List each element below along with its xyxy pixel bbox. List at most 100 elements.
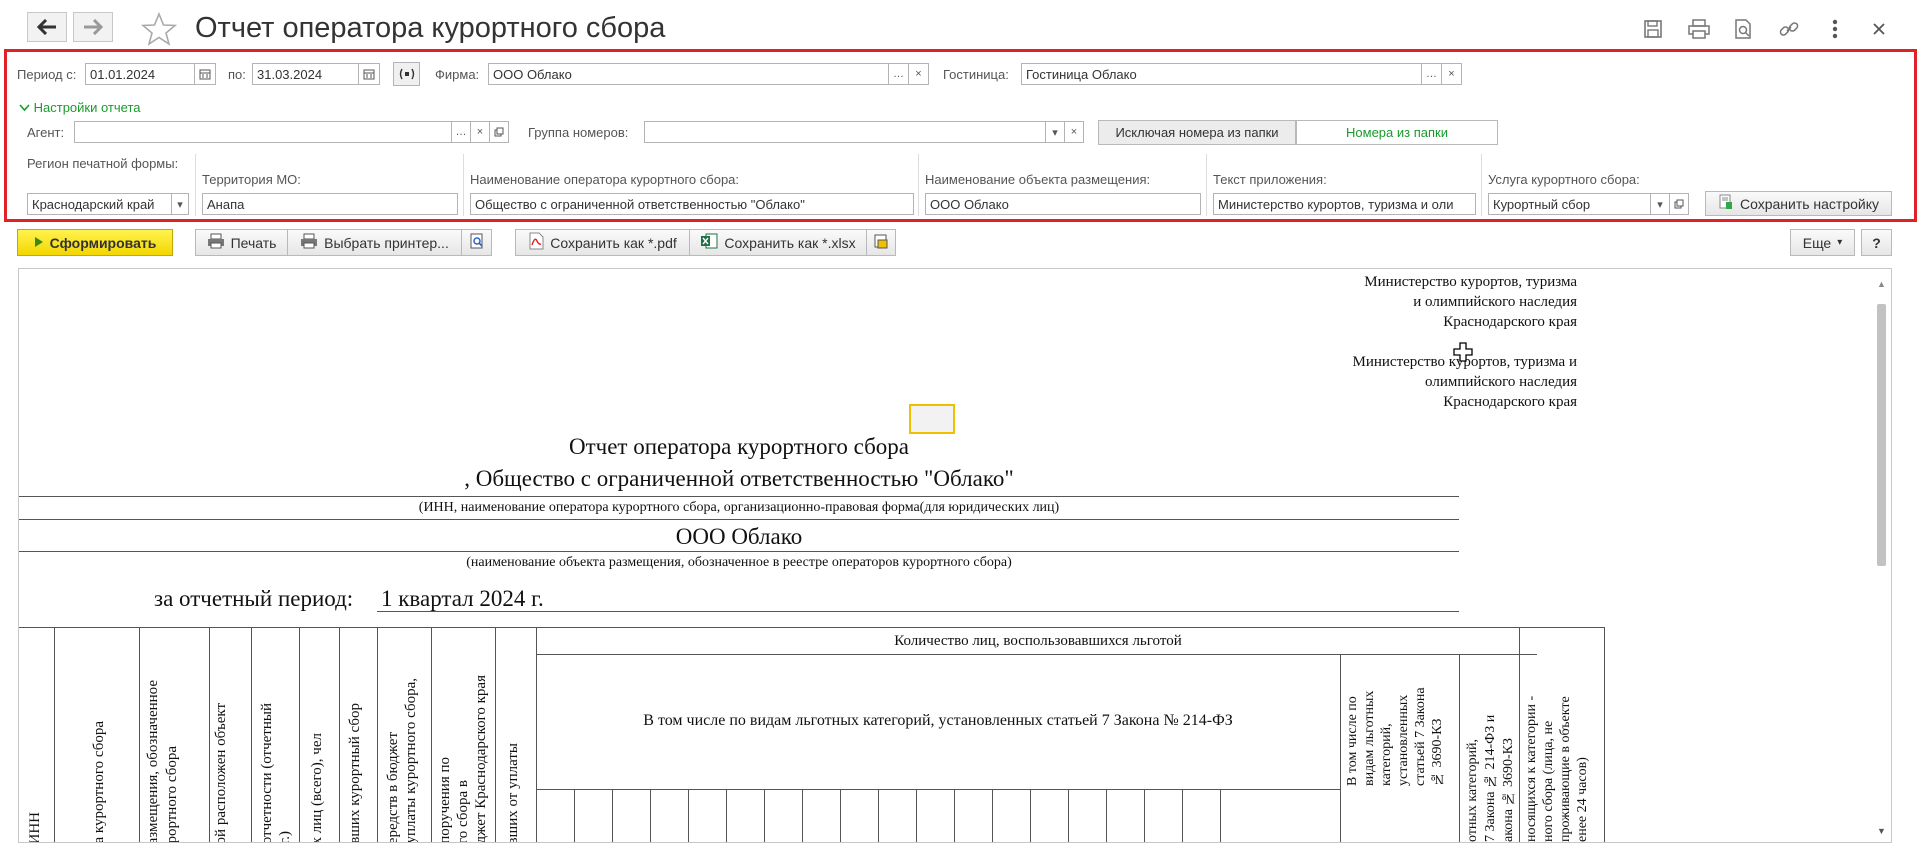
right-column-header-line: носящихся к категории - — [1524, 695, 1539, 842]
scroll-down-icon[interactable]: ▼ — [1877, 826, 1886, 836]
save-settings-icon — [1718, 194, 1734, 213]
right-column-header-line: отных категорий, — [1465, 739, 1480, 842]
dropdown-icon[interactable]: ▾ — [171, 193, 189, 215]
column-header: джет Краснодарского края — [473, 675, 489, 843]
choose-printer-button[interactable]: Выбрать принтер... — [287, 229, 462, 256]
firm-label: Фирма: — [435, 67, 480, 82]
save-settings-button[interactable]: Сохранить настройку — [1705, 191, 1892, 216]
firm-field[interactable]: ООО Облако — [488, 63, 889, 85]
select-dots-icon[interactable]: … — [451, 121, 471, 143]
right-column-header: носящихся к категории - ного сбора (лица… — [1524, 631, 1591, 842]
save-settings-label: Сохранить настройку — [1739, 195, 1880, 212]
select-dots-icon[interactable]: … — [1421, 63, 1442, 85]
period-from-label: Период с: — [17, 67, 77, 82]
right-column-header-line: видам льготных — [1362, 690, 1377, 786]
open-icon[interactable] — [489, 121, 509, 143]
save-pdf-button[interactable]: Сохранить как *.pdf — [515, 229, 690, 256]
more-vertical-icon[interactable] — [1822, 16, 1848, 42]
clear-icon[interactable]: × — [1064, 121, 1084, 143]
link-icon[interactable] — [1776, 16, 1802, 42]
pdf-icon — [528, 232, 544, 253]
scrollbar-thumb[interactable] — [1877, 304, 1886, 566]
scroll-up-icon[interactable]: ▲ — [1877, 279, 1886, 289]
vertical-scrollbar[interactable]: ▲ ▼ — [1871, 269, 1891, 842]
territory-field[interactable]: Анапа — [202, 193, 458, 215]
close-icon[interactable] — [1866, 16, 1892, 42]
right-column-header-line: 7 Закона № 214-ФЗ и — [1483, 714, 1498, 842]
open-icon[interactable] — [1669, 193, 1689, 215]
column-header: х лиц (всего), чел — [309, 732, 325, 843]
operator-name-label: Наименование оператора курортного сбора: — [470, 172, 740, 187]
clear-icon[interactable]: × — [470, 121, 490, 143]
clear-icon[interactable]: × — [908, 63, 929, 85]
divider — [19, 551, 1459, 552]
save-icon[interactable] — [1640, 16, 1666, 42]
save-pdf-label: Сохранить как *.pdf — [550, 234, 677, 251]
column-header: ередств в бюджет — [385, 731, 401, 843]
object-name-label: Наименование объекта размещения: — [925, 172, 1151, 187]
move-cursor-icon — [1453, 342, 1473, 367]
period-select-button[interactable] — [393, 62, 420, 86]
object-name-field[interactable]: ООО Облако — [925, 193, 1201, 215]
report-header-block: Министерство курортов, туризма и олимпий… — [1364, 272, 1577, 332]
report-period-value: 1 квартал 2024 г. — [381, 586, 544, 611]
forward-button[interactable] — [73, 12, 113, 42]
table-border — [612, 789, 613, 842]
table-border — [1340, 654, 1341, 842]
right-column-header-line: В том числе по — [1345, 696, 1360, 786]
select-dots-icon[interactable]: … — [888, 63, 909, 85]
report-appendix-line: олимпийского наследия — [1425, 374, 1577, 390]
column-header: рортного сбора — [164, 746, 180, 843]
report-settings-toggle[interactable]: Настройки отчета — [19, 100, 141, 115]
preview-icon[interactable] — [1730, 16, 1756, 42]
help-button[interactable]: ? — [1861, 229, 1892, 256]
agent-field[interactable] — [74, 121, 452, 143]
print-preview-button[interactable] — [461, 229, 492, 256]
more-button[interactable]: Еще ▾ — [1790, 229, 1855, 256]
print-icon[interactable] — [1686, 16, 1712, 42]
play-icon — [34, 235, 44, 251]
period-from-field[interactable]: 01.01.2024 — [85, 63, 195, 85]
calendar-icon[interactable] — [194, 63, 216, 85]
report-operator-caption: (ИНН, наименование оператора курортного … — [418, 500, 1060, 515]
column-header: азмещения, обозначенное — [145, 679, 161, 843]
save-file-button[interactable] — [866, 229, 896, 256]
generate-button[interactable]: Сформировать — [17, 229, 173, 256]
table-border — [139, 627, 140, 842]
column-header: поручения по — [437, 757, 453, 843]
back-button[interactable] — [27, 12, 67, 42]
table-border — [764, 789, 765, 842]
region-field[interactable]: Краснодарский край — [27, 193, 172, 215]
calendar-icon[interactable] — [358, 63, 380, 85]
column-separator — [463, 154, 464, 216]
print-button[interactable]: Печать — [195, 229, 288, 256]
appendix-text-field[interactable]: Министерство курортов, туризма и оли — [1213, 193, 1476, 215]
exclude-rooms-button[interactable]: Исключая номера из папки — [1098, 120, 1296, 145]
dropdown-icon[interactable]: ▾ — [1045, 121, 1065, 143]
report-header-line: и олимпийского наследия — [1413, 294, 1577, 310]
hotel-field[interactable]: Гостиница Облако — [1021, 63, 1422, 85]
report-period-label: за отчетный период: — [154, 586, 354, 611]
table-border — [495, 627, 496, 842]
favorite-button[interactable] — [140, 11, 178, 46]
table-border — [377, 627, 378, 842]
save-xlsx-button[interactable]: Сохранить как *.xlsx — [689, 229, 867, 256]
selected-cell[interactable] — [909, 404, 955, 434]
service-field[interactable]: Курортный сбор — [1488, 193, 1651, 215]
column-header: ой расположен объект — [213, 702, 229, 843]
operator-name-field[interactable]: Общество с ограниченной ответственностью… — [470, 193, 914, 215]
table-border — [251, 627, 252, 842]
report-document[interactable]: Министерство курортов, туризма и олимпий… — [18, 268, 1892, 843]
period-to-field[interactable]: 31.03.2024 — [252, 63, 359, 85]
column-header: ИНН — [27, 811, 43, 843]
report-title: Отчет оператора курортного сбора — [569, 434, 909, 459]
rooms-from-folder-button[interactable]: Номера из папки — [1296, 120, 1498, 145]
clear-icon[interactable]: × — [1441, 63, 1462, 85]
dropdown-icon[interactable]: ▾ — [1650, 193, 1670, 215]
room-group-field[interactable] — [644, 121, 1046, 143]
generate-label: Сформировать — [49, 234, 157, 251]
column-header: отчетности (отчетный — [259, 702, 275, 843]
save-xlsx-label: Сохранить как *.xlsx — [724, 234, 856, 251]
period-to-label: по: — [228, 67, 246, 82]
choose-printer-label: Выбрать принтер... — [324, 234, 449, 251]
